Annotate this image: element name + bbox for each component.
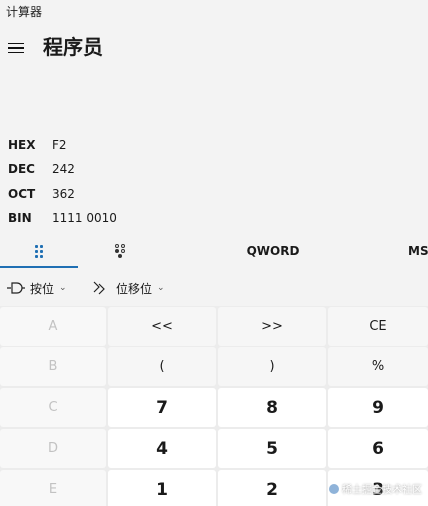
bitwise-dropdown[interactable]: 按位 ⌄: [6, 276, 67, 300]
menu-icon-line: [8, 42, 24, 45]
key-modulo[interactable]: %: [328, 347, 428, 386]
menu-icon-line: [8, 47, 24, 49]
key-digit-7[interactable]: 7: [108, 388, 216, 427]
watermark-logo-icon: [329, 483, 339, 494]
hamburger-menu-button[interactable]: [4, 36, 30, 60]
key-digit-4[interactable]: 4: [108, 429, 216, 468]
memory-store-button[interactable]: MS: [408, 236, 428, 266]
key-hex-b[interactable]: B: [0, 347, 106, 386]
key-digit-2[interactable]: 2: [218, 470, 326, 506]
watermark: 稀土掘金技术社区: [329, 481, 422, 496]
radix-label: HEX: [8, 138, 36, 152]
key-digit-9[interactable]: 9: [328, 388, 428, 427]
window-title: 计算器: [6, 5, 43, 19]
key-close-paren[interactable]: ): [218, 347, 326, 386]
key-hex-e[interactable]: E: [0, 470, 106, 506]
radix-value: F2: [52, 138, 67, 152]
key-digit-1[interactable]: 1: [108, 470, 216, 506]
radix-label: OCT: [8, 187, 36, 201]
chevron-down-icon: ⌄: [59, 283, 67, 293]
tab-bit-toggling-keypad[interactable]: [100, 236, 140, 266]
key-hex-a[interactable]: A: [0, 307, 106, 346]
radix-value: 362: [52, 187, 75, 201]
bit-toggle-icon: [113, 244, 127, 258]
tab-full-keypad[interactable]: [0, 236, 78, 268]
menu-icon-line: [8, 51, 24, 54]
page-title: 程序员: [43, 35, 103, 59]
bitshift-label: 位移位: [116, 281, 153, 296]
word-size-button[interactable]: QWORD: [230, 236, 316, 266]
radix-value: 1111 0010: [52, 211, 117, 225]
radix-value: 242: [52, 162, 75, 176]
bitshift-icon: [93, 281, 105, 295]
logic-gate-icon: [7, 282, 25, 294]
key-left-shift[interactable]: <<: [108, 307, 216, 346]
bitwise-label: 按位: [30, 281, 55, 296]
keypad-tabbar: QWORD MS: [0, 236, 428, 268]
key-hex-d[interactable]: D: [0, 429, 106, 468]
bitshift-dropdown[interactable]: 位移位 ⌄: [92, 276, 165, 300]
key-digit-8[interactable]: 8: [218, 388, 326, 427]
operator-bar: 按位 ⌄ 位移位 ⌄: [0, 276, 428, 300]
key-right-shift[interactable]: >>: [218, 307, 326, 346]
key-digit-6[interactable]: 6: [328, 429, 428, 468]
watermark-text: 稀土掘金技术社区: [342, 485, 422, 496]
key-hex-c[interactable]: C: [0, 388, 106, 427]
keypad-icon: [35, 244, 43, 258]
chevron-down-icon: ⌄: [157, 283, 165, 293]
key-clear-entry[interactable]: CE: [328, 307, 428, 346]
key-digit-5[interactable]: 5: [218, 429, 326, 468]
key-open-paren[interactable]: (: [108, 347, 216, 386]
radix-label: DEC: [8, 162, 35, 176]
radix-label: BIN: [8, 211, 32, 225]
keypad: A << >> CE B ( ) % C 7 8 9 D 4 5 6 E 1 2…: [0, 306, 428, 506]
